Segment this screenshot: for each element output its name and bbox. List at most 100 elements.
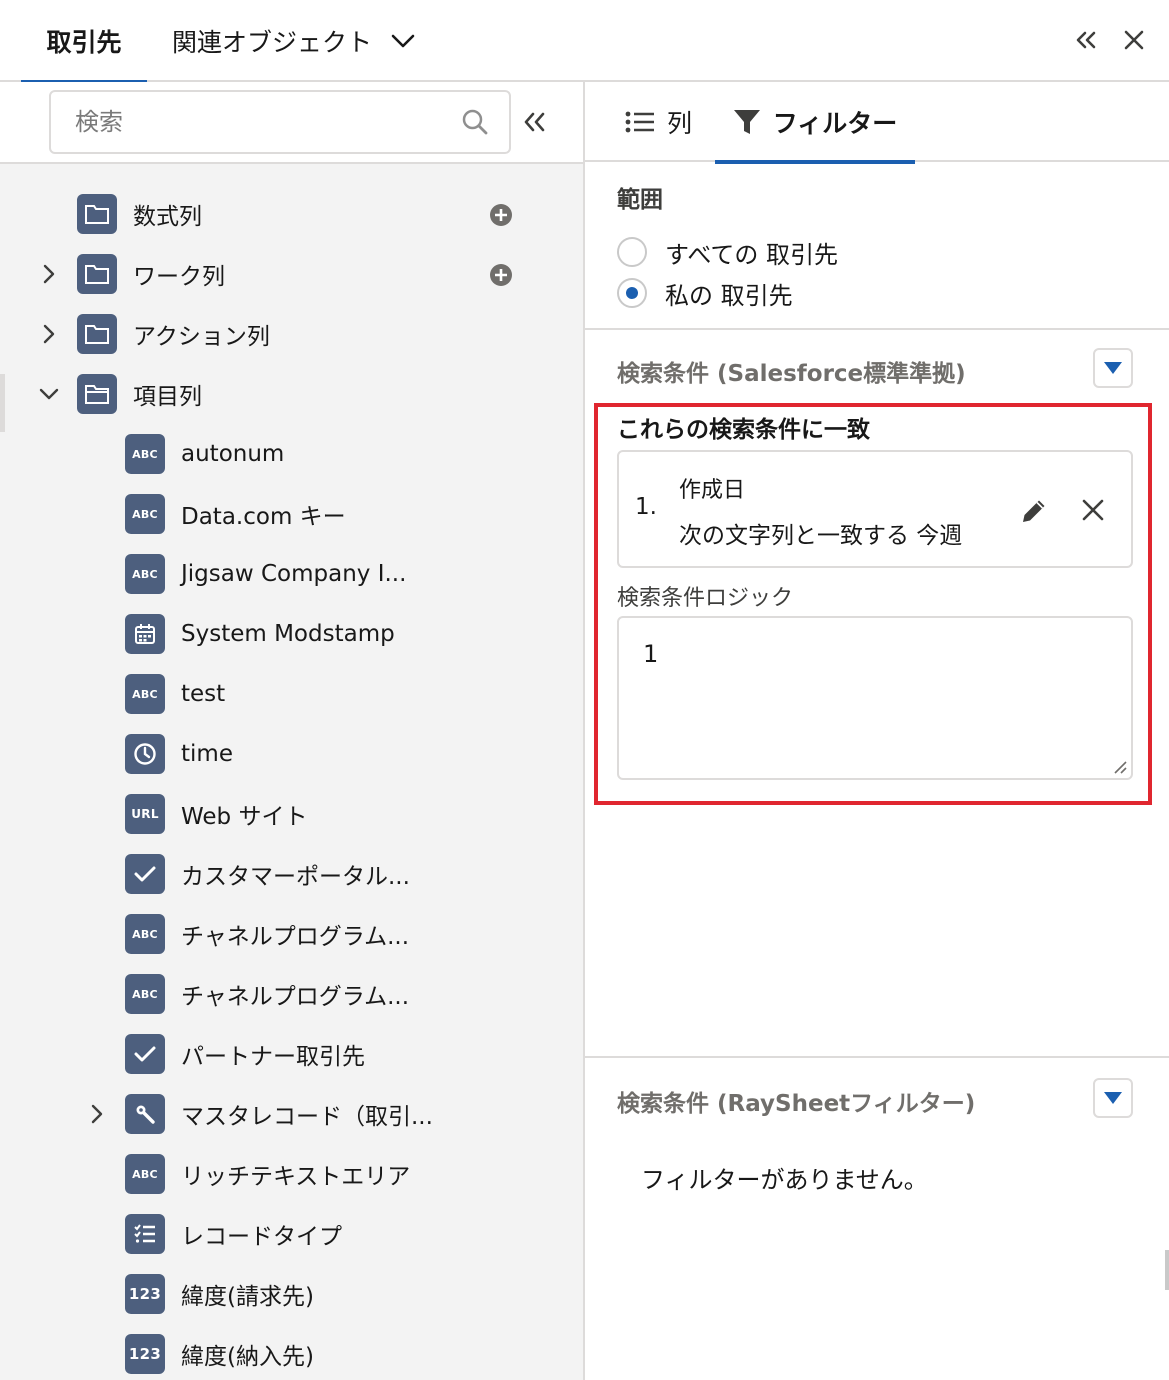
folder-field-columns[interactable]: 項目列 (0, 364, 583, 424)
text-field-icon: ABC (125, 554, 165, 594)
text-field-icon: ABC (125, 1154, 165, 1194)
filter-panel: 列 フィルター 範囲 すべての 取引先 私の 取引先 検索条件 (Salesfo… (585, 82, 1169, 1380)
folder-icon (77, 194, 117, 234)
picklist-icon (125, 1214, 165, 1254)
chevron-right-icon[interactable] (85, 1102, 109, 1126)
checkbox-icon (125, 854, 165, 894)
field-label: time (181, 741, 233, 767)
url-field-icon: URL (125, 794, 165, 834)
field-item[interactable]: ABC Jigsaw Company I... (0, 544, 583, 604)
field-item[interactable]: time (0, 724, 583, 784)
filter-logic-value: 1 (643, 640, 659, 668)
field-item[interactable]: ABC Data.com キー (0, 484, 583, 544)
pencil-icon[interactable] (1019, 496, 1049, 526)
field-label: パートナー取引先 (181, 1044, 365, 1070)
tab-accounts-label: 取引先 (46, 28, 122, 57)
field-item[interactable]: ABC リッチテキストエリア (0, 1144, 583, 1204)
scope-option-mine[interactable]: 私の 取引先 (617, 273, 793, 313)
search-row (0, 82, 583, 164)
collapse-panel-button[interactable] (1071, 22, 1101, 58)
field-item[interactable]: カスタマーポータル... (0, 844, 583, 904)
field-item[interactable]: パートナー取引先 (0, 1024, 583, 1084)
folder-icon (77, 254, 117, 294)
field-item[interactable]: System Modstamp (0, 604, 583, 664)
search-box (49, 90, 511, 154)
text-field-icon: ABC (125, 674, 165, 714)
field-item[interactable]: マスタレコード（取引... (0, 1084, 583, 1144)
calendar-icon (125, 614, 165, 654)
filter-logic-textarea[interactable]: 1 (617, 616, 1133, 780)
search-icon[interactable] (461, 108, 489, 136)
search-input[interactable] (75, 92, 455, 152)
raysheet-filter-menu-button[interactable] (1093, 1078, 1133, 1118)
field-label: レコードタイプ (181, 1224, 342, 1250)
field-label: Jigsaw Company I... (181, 561, 407, 587)
tab-columns[interactable]: 列 (625, 82, 692, 162)
lookup-icon (125, 1094, 165, 1134)
number-field-icon: 123 (125, 1274, 165, 1314)
condition-operator-value: 次の文字列と一致する 今週 (679, 523, 963, 549)
field-item[interactable]: 123 緯度(納入先) (0, 1324, 583, 1380)
field-label: test (181, 681, 226, 707)
field-label: マスタレコード（取引... (181, 1104, 433, 1130)
close-button[interactable] (1119, 22, 1149, 58)
field-label: 緯度(納入先) (181, 1344, 314, 1370)
folder-label: ワーク列 (133, 264, 225, 290)
scope-option-all[interactable]: すべての 取引先 (617, 232, 838, 272)
field-item[interactable]: 123 緯度(請求先) (0, 1264, 583, 1324)
tab-filter[interactable]: フィルター (715, 82, 915, 164)
chevron-down-icon (391, 34, 415, 48)
double-chevron-left-icon[interactable] (520, 104, 550, 140)
double-chevron-left-icon (1076, 31, 1096, 49)
chevron-right-icon[interactable] (37, 262, 61, 286)
folder-work-columns[interactable]: ワーク列 (0, 244, 583, 304)
folder-formula-columns[interactable]: 数式列 (0, 184, 583, 244)
scope-title: 範囲 (617, 187, 663, 213)
checkbox-icon (125, 1034, 165, 1074)
resize-handle-icon[interactable] (1111, 758, 1127, 774)
list-icon (625, 111, 654, 133)
field-item[interactable]: ABC チャネルプログラム... (0, 964, 583, 1024)
field-label: リッチテキストエリア (181, 1164, 411, 1190)
field-item[interactable]: ABC autonum (0, 424, 583, 484)
radio-button-selected[interactable] (617, 278, 647, 308)
filter-icon (733, 110, 760, 134)
condition-number: 1. (635, 494, 657, 520)
close-icon[interactable] (1081, 498, 1105, 522)
field-item[interactable]: レコードタイプ (0, 1204, 583, 1264)
folder-label: アクション列 (133, 324, 270, 350)
folder-action-columns[interactable]: アクション列 (0, 304, 583, 364)
match-title: これらの検索条件に一致 (617, 417, 870, 443)
top-bar: 取引先 関連オブジェクト (0, 0, 1169, 84)
field-item[interactable]: ABC チャネルプログラム... (0, 904, 583, 964)
standard-filter-menu-button[interactable] (1093, 348, 1133, 388)
tab-accounts[interactable]: 取引先 (21, 0, 147, 84)
field-label: チャネルプログラム... (181, 984, 410, 1010)
text-field-icon: ABC (125, 494, 165, 534)
scrollbar[interactable] (1165, 1250, 1169, 1290)
add-icon[interactable] (489, 263, 513, 287)
add-icon[interactable] (489, 203, 513, 227)
field-label: チャネルプログラム... (181, 924, 410, 950)
radio-button[interactable] (617, 237, 647, 267)
folder-open-icon (77, 374, 117, 414)
chevron-down-icon[interactable] (37, 382, 61, 406)
filter-condition-card[interactable]: 1. 作成日 次の文字列と一致する 今週 (617, 450, 1133, 568)
tab-columns-label: 列 (667, 109, 693, 138)
caret-down-icon (1104, 1092, 1122, 1104)
tab-related-objects[interactable]: 関連オブジェクト (172, 0, 416, 82)
chevron-right-icon[interactable] (37, 322, 61, 346)
caret-down-icon (1104, 362, 1122, 374)
condition-field: 作成日 (679, 478, 746, 503)
field-label: System Modstamp (181, 621, 395, 647)
tab-related-objects-label: 関連オブジェクト (172, 28, 373, 57)
field-label: Web サイト (181, 804, 308, 830)
field-item[interactable]: ABC test (0, 664, 583, 724)
folder-label: 項目列 (133, 384, 202, 410)
field-item[interactable]: URL Web サイト (0, 784, 583, 844)
number-field-icon: 123 (125, 1334, 165, 1374)
filter-logic-label: 検索条件ロジック (617, 586, 794, 611)
field-label: Data.com キー (181, 504, 346, 530)
scope-option-label: すべての 取引先 (665, 240, 838, 269)
folder-label: 数式列 (133, 204, 202, 230)
